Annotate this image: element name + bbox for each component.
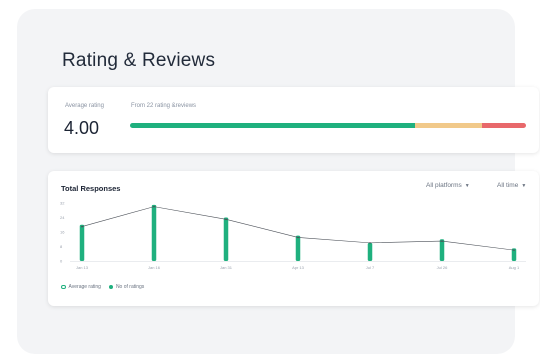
reviews-count-label: From 22 rating &reviews (131, 103, 197, 109)
point-average-rating (441, 240, 443, 242)
point-average-rating (153, 205, 155, 208)
legend-item-no-of-ratings: No of ratings (108, 284, 145, 290)
point-average-rating (369, 242, 371, 244)
y-tick-label: 32 (60, 201, 65, 206)
y-tick-label: 8 (60, 244, 63, 249)
bar-no-of-ratings (151, 204, 157, 261)
bar-no-of-ratings (367, 242, 373, 261)
point-average-rating (297, 236, 299, 239)
y-tick-label: 16 (60, 230, 65, 235)
rating-bar-segment-positive (130, 123, 416, 128)
y-tick-label: 0 (60, 259, 63, 264)
legend-label: Average rating (68, 284, 101, 290)
rating-distribution-bar (130, 123, 526, 128)
point-average-rating (81, 225, 83, 228)
point-average-rating (225, 218, 227, 221)
x-tick-label: Jan 13 (76, 265, 89, 270)
legend-label: No of ratings (115, 284, 145, 290)
legend-item-average-rating: Average rating (61, 284, 101, 290)
x-tick-label: Jan 31 (220, 265, 233, 270)
responses-chart: 0 8 16 24 32 Jan 13 Jan 16 Jan 31 Apr 13 Jul 7 Jul… (60, 201, 526, 270)
average-rating-label: Average rating (65, 103, 104, 109)
bar-no-of-ratings (295, 235, 301, 261)
rating-bar-segment-negative (482, 123, 526, 128)
x-tick-label: Aug 1 (509, 265, 520, 270)
x-tick-label: Apr 13 (292, 265, 305, 270)
filled-dot-icon (108, 285, 113, 289)
bar-no-of-ratings (439, 239, 445, 261)
rating-summary-card: Average rating 4.00 From 22 rating &revi… (48, 87, 539, 153)
x-tick-label: Jul 7 (366, 265, 375, 270)
average-rating-value: 4.00 (64, 118, 100, 138)
chart-legend: Average rating No of ratings (61, 284, 144, 290)
page-title: Rating & Reviews (62, 50, 216, 71)
y-tick-label: 24 (60, 215, 65, 220)
rating-bar-segment-neutral (415, 123, 483, 128)
point-average-rating (513, 249, 515, 251)
x-tick-label: Jan 16 (148, 265, 161, 270)
total-responses-card: Total Responses All platforms ▼ All time… (48, 171, 539, 306)
bar-no-of-ratings (223, 217, 229, 261)
hollow-dot-icon (61, 284, 66, 290)
x-tick-label: Jul 26 (437, 265, 448, 270)
bar-no-of-ratings (79, 224, 85, 261)
